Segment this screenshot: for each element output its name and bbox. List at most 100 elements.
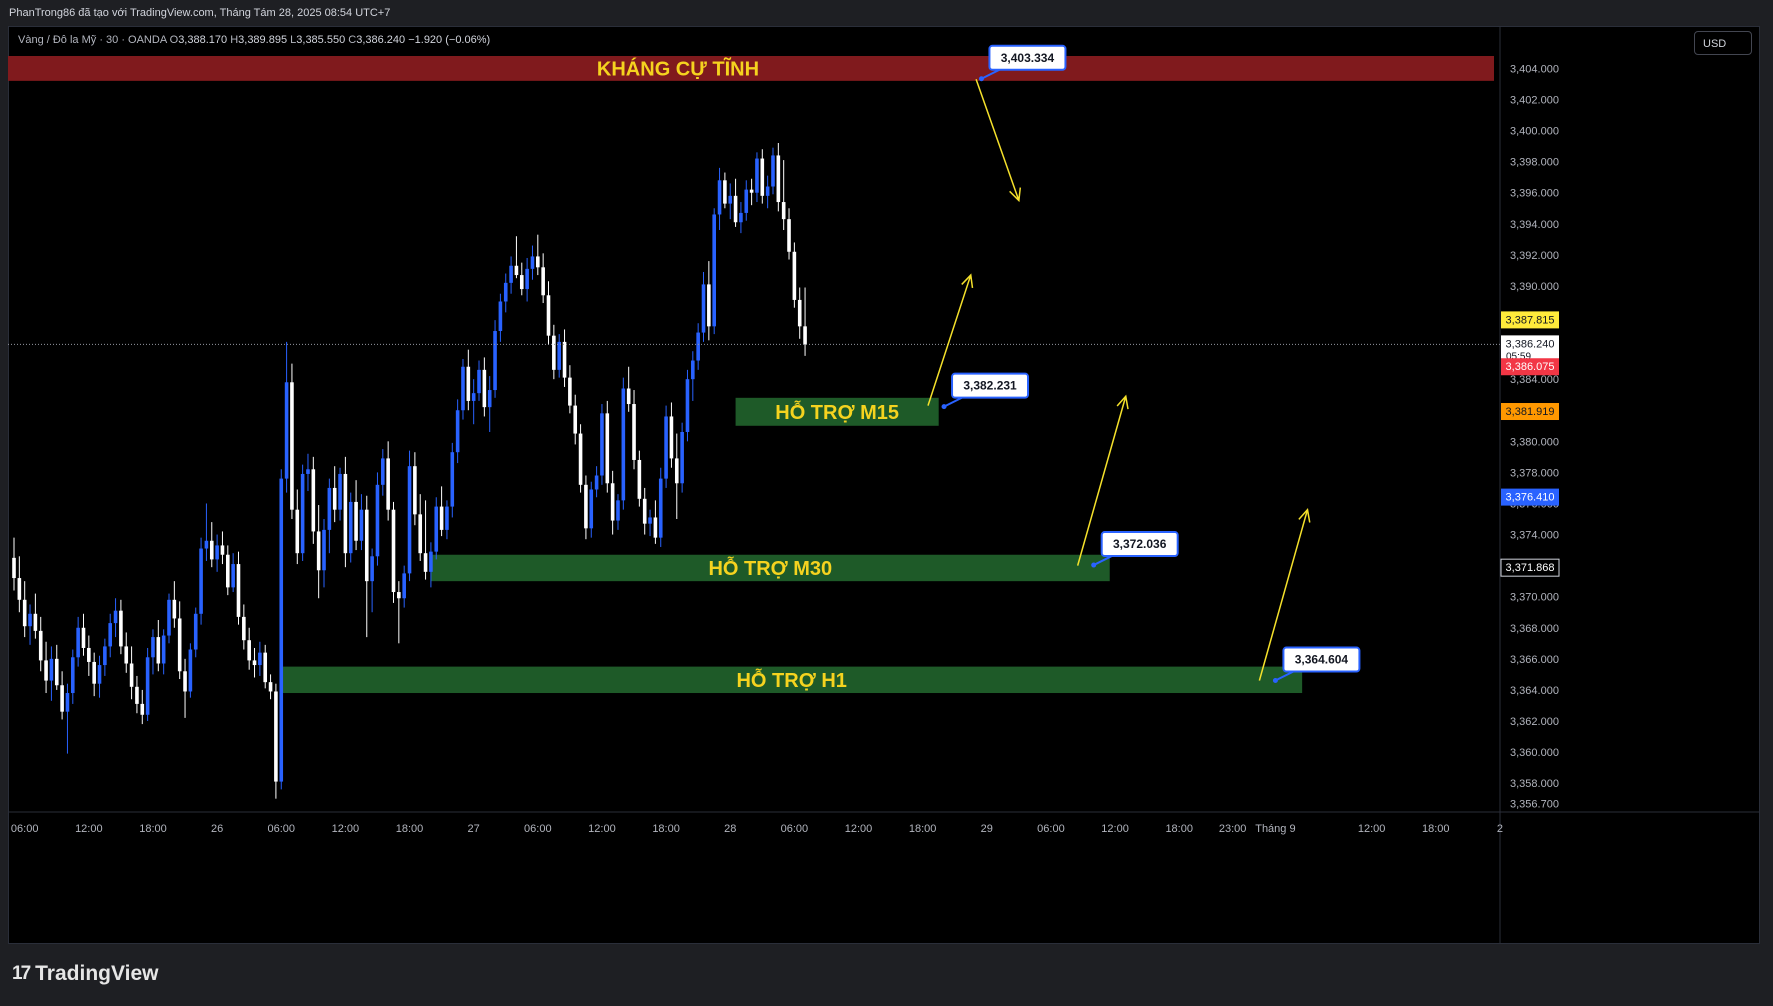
candle-body [509,265,513,283]
candle-body [397,592,401,599]
high-value: 3,389.895 [238,34,288,46]
candle-body [487,390,492,408]
candle-body [364,509,369,582]
candle-body [648,517,652,524]
candle-body [22,599,27,627]
low-value: 3,385.550 [296,34,346,46]
price-axis-label-text: 3,381.919 [1506,406,1555,418]
candle-body [290,382,294,510]
x-tick-label: 06:00 [781,823,809,835]
candle-body [268,682,273,692]
candle-body [12,557,16,579]
candle-body [359,509,364,541]
candle-body [707,284,711,327]
price-chart[interactable]: 3,404.000 3,402.000 3,400.000 3,398.000 3,39… [8,26,1760,944]
candle-body [589,489,594,529]
zone-label: HỖ TRỢ M30 [708,556,832,580]
candle-body [295,509,300,554]
y-tick-label: 3,366.000 [1510,654,1559,666]
candle-body [161,635,166,664]
candle-body [258,652,262,666]
y-tick-label: 3,392.000 [1510,250,1559,262]
callout-anchor-dot [978,76,984,82]
candle-body [199,548,203,614]
candle-body [680,432,684,484]
zone-label: HỖ TRỢ H1 [736,668,846,692]
x-tick-label: 18:00 [652,823,680,835]
candle-body [172,599,177,619]
candle-body [231,564,235,588]
callout-anchor-dot [1272,678,1278,684]
candle-body [498,301,503,332]
candle-body [632,404,636,460]
y-tick-label: 3,362.000 [1510,716,1559,728]
candle-body [44,660,48,681]
x-tick-label: 18:00 [1422,823,1450,835]
candle-body [327,487,332,530]
candle-body [744,189,749,213]
candle-body [749,189,754,193]
candle-body [546,295,551,336]
brand-name: TradingView [35,962,159,985]
candle-body [338,473,342,510]
candle-body [536,256,540,268]
candle-body [439,506,444,530]
candle-body [28,613,32,627]
candle-body [728,195,733,204]
currency-selector[interactable]: USD [1694,31,1752,55]
y-tick-label: 3,378.000 [1510,467,1559,479]
candle-body [386,458,390,510]
candle-body [626,388,631,405]
candle-body [450,452,455,507]
candle-body [97,665,102,684]
candle-body [733,195,738,223]
candle-body [610,483,615,521]
tradingview-brand[interactable]: 17 TradingView [12,962,158,986]
x-tick-label: 18:00 [396,823,424,835]
candle-body [471,393,476,401]
candle-body [151,637,155,658]
candle-body [209,540,214,560]
y-tick-label: 3,396.000 [1510,188,1559,200]
candle-body [423,553,428,572]
candle-body [455,410,460,453]
candle-body [87,647,91,662]
candle-body [76,627,80,658]
candle-body [723,180,727,204]
zone-label: KHÁNG CỰ TĨNH [597,57,759,80]
candle-body [54,658,59,686]
candle-body [552,335,556,370]
x-tick-label: 18:00 [139,823,167,835]
price-callout-text: 3,372.036 [1113,537,1167,551]
symbol-name[interactable]: Vàng / Đô la Mỹ · 30 · OANDA [18,34,167,46]
candle-body [135,686,139,704]
candle-body [252,660,257,666]
candle-body [653,517,658,538]
candle-body [771,155,775,187]
change-value: −1.920 (−0.06%) [408,34,491,46]
candle-body [92,661,96,684]
candle-body [685,379,690,432]
price-callout-text: 3,364.604 [1295,653,1349,667]
x-tick-label: 23:00 [1219,823,1247,835]
candle-body [156,637,161,664]
y-tick-label: 3,404.000 [1510,63,1559,75]
candle-body [803,326,807,345]
x-tick-label: 06:00 [1037,823,1065,835]
high-label: H [230,34,239,46]
chart-attribution: PhanTrong86 đã tạo với TradingView.com, … [0,0,1773,26]
trend-arrow-line [975,79,1020,201]
candle-body [541,267,545,296]
candle-body [103,646,107,666]
candle-body [391,509,396,593]
x-tick-label: 18:00 [1165,823,1193,835]
candle-body [17,578,22,600]
candle-body [140,703,145,715]
x-tick-label: 12:00 [1358,823,1386,835]
candle-body [477,369,481,394]
candle-body [493,331,497,391]
candle-body [573,405,578,434]
candle-body [413,466,417,515]
zone-label: HỖ TRỢ M15 [775,400,899,424]
y-tick-label: 3,364.000 [1510,685,1559,697]
